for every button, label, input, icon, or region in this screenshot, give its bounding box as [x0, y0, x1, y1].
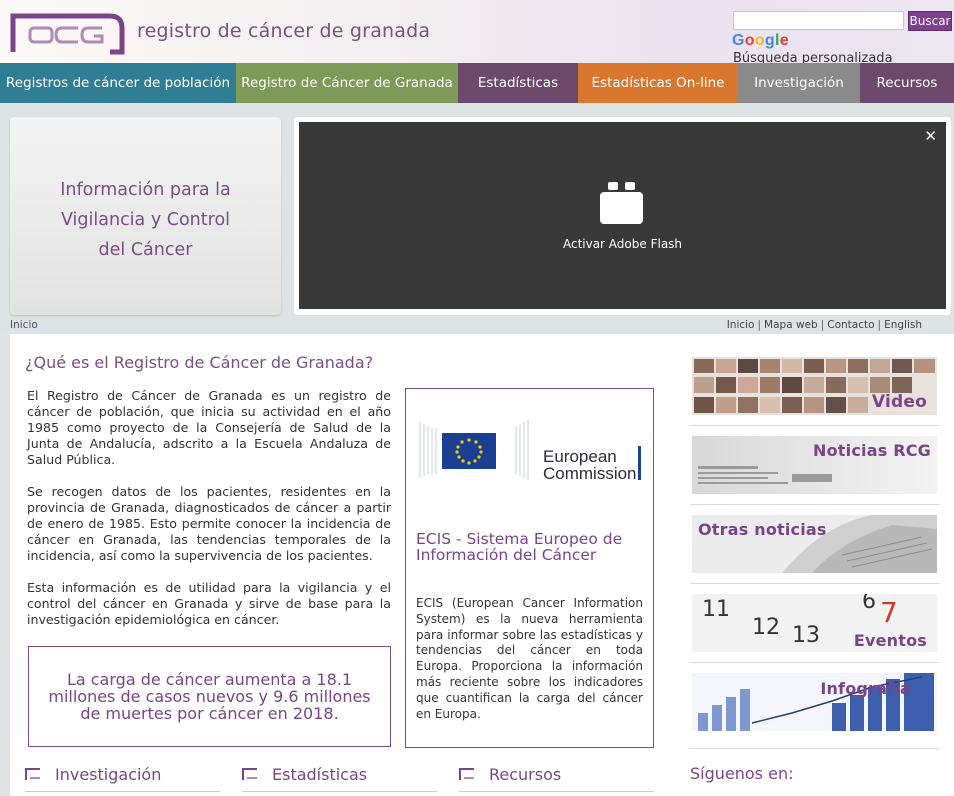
tile-label: Infografía [820, 679, 911, 698]
tile-infografia[interactable]: Infografía [692, 673, 937, 731]
promo-banner[interactable]: Información para la Vigilancia y Control… [10, 117, 281, 315]
ecis-box[interactable]: European Commission ECIS - Sistema Europ… [405, 388, 654, 748]
nav-registro-granada[interactable]: Registro de Cáncer de Granada [236, 63, 458, 103]
promo-text: Información para la Vigilancia y Control… [60, 180, 231, 260]
tile-noticias-rcg[interactable]: Noticias RCG [692, 436, 937, 494]
tile-eventos[interactable]: 11 12 13 6 7 Eventos [692, 594, 937, 652]
site-title[interactable]: registro de cáncer de granada [137, 20, 430, 42]
util-link-contacto[interactable]: Contacto [827, 319, 874, 331]
svg-text:6: 6 [862, 594, 876, 614]
divider [690, 425, 940, 426]
svg-text:11: 11 [702, 597, 730, 622]
nav-investigacion[interactable]: Investigación [738, 63, 860, 103]
svg-text:13: 13 [792, 623, 820, 648]
intro-paragraph: El Registro de Cáncer de Granada es un r… [27, 388, 391, 467]
svg-text:12: 12 [752, 615, 780, 640]
bottom-link-estadisticas[interactable]: Estadísticas [272, 765, 367, 784]
tile-label: Otras noticias [698, 520, 827, 539]
bottom-link-recursos[interactable]: Recursos [489, 765, 561, 784]
breadcrumb[interactable]: Inicio [10, 319, 38, 331]
intro-paragraph: Esta información es de utilidad para la … [27, 580, 391, 627]
section-heading: ¿Qué es el Registro de Cáncer de Granada… [25, 353, 374, 372]
tile-label: Noticias RCG [813, 441, 931, 460]
divider [690, 504, 940, 505]
util-link-mapa-web[interactable]: Mapa web [764, 319, 818, 331]
utility-links: Inicio | Mapa web | Contacto | English [727, 319, 922, 331]
ecis-description: ECIS (European Cancer Information System… [416, 596, 643, 721]
ec-logo-graphic: European Commission [419, 420, 641, 483]
search-input[interactable] [733, 11, 904, 30]
close-icon[interactable]: ✕ [924, 127, 937, 145]
util-link-inicio[interactable]: Inicio [727, 319, 755, 331]
european-commission-logo[interactable]: European Commission [416, 416, 642, 483]
util-separator: | [877, 319, 882, 331]
google-logo: Google [732, 32, 789, 49]
rcg-logo[interactable] [10, 10, 128, 56]
intro-paragraph: Se recogen datos de los pacientes, resid… [27, 484, 391, 563]
bottom-link-investigacion[interactable]: Investigación [55, 765, 161, 784]
ecis-title[interactable]: ECIS - Sistema Europeo de Información de… [416, 531, 646, 563]
divider [25, 791, 220, 792]
svg-text:7: 7 [880, 596, 898, 629]
divider [690, 748, 940, 749]
nav-recursos[interactable]: Recursos [860, 63, 954, 103]
header: registro de cáncer de granada Buscar Goo… [0, 0, 954, 66]
nav-estadisticas-online[interactable]: Estadísticas On-line [578, 63, 738, 103]
plugin-icon [600, 182, 643, 224]
bracket-icon [25, 768, 40, 780]
divider [690, 662, 940, 663]
main-nav: Registros de cáncer de población Registr… [0, 63, 954, 103]
util-separator: | [820, 319, 825, 331]
ec-logo-text: Commission [543, 464, 637, 482]
news-callout[interactable]: La carga de cáncer aumenta a 18.1 millon… [28, 646, 391, 747]
divider [459, 791, 654, 792]
util-separator: | [757, 319, 762, 331]
util-link-english[interactable]: English [884, 319, 922, 331]
flash-activate-label[interactable]: Activar Adobe Flash [299, 237, 946, 251]
nav-registros-poblacion[interactable]: Registros de cáncer de población [0, 63, 236, 103]
tile-video[interactable]: Video [692, 357, 937, 415]
tile-label: Eventos [853, 631, 927, 650]
follow-us-heading: Síguenos en: [690, 764, 794, 783]
intro-text: El Registro de Cáncer de Granada es un r… [27, 388, 391, 644]
bracket-icon [459, 768, 474, 780]
nav-estadisticas[interactable]: Estadísticas [458, 63, 578, 103]
tile-label: Video [871, 392, 927, 412]
bracket-icon [242, 768, 257, 780]
divider [690, 583, 940, 584]
search-button[interactable]: Buscar [908, 11, 952, 31]
divider [242, 791, 437, 792]
tile-otras-noticias[interactable]: Otras noticias [692, 515, 937, 573]
flash-player[interactable]: ✕ Activar Adobe Flash [299, 122, 946, 309]
